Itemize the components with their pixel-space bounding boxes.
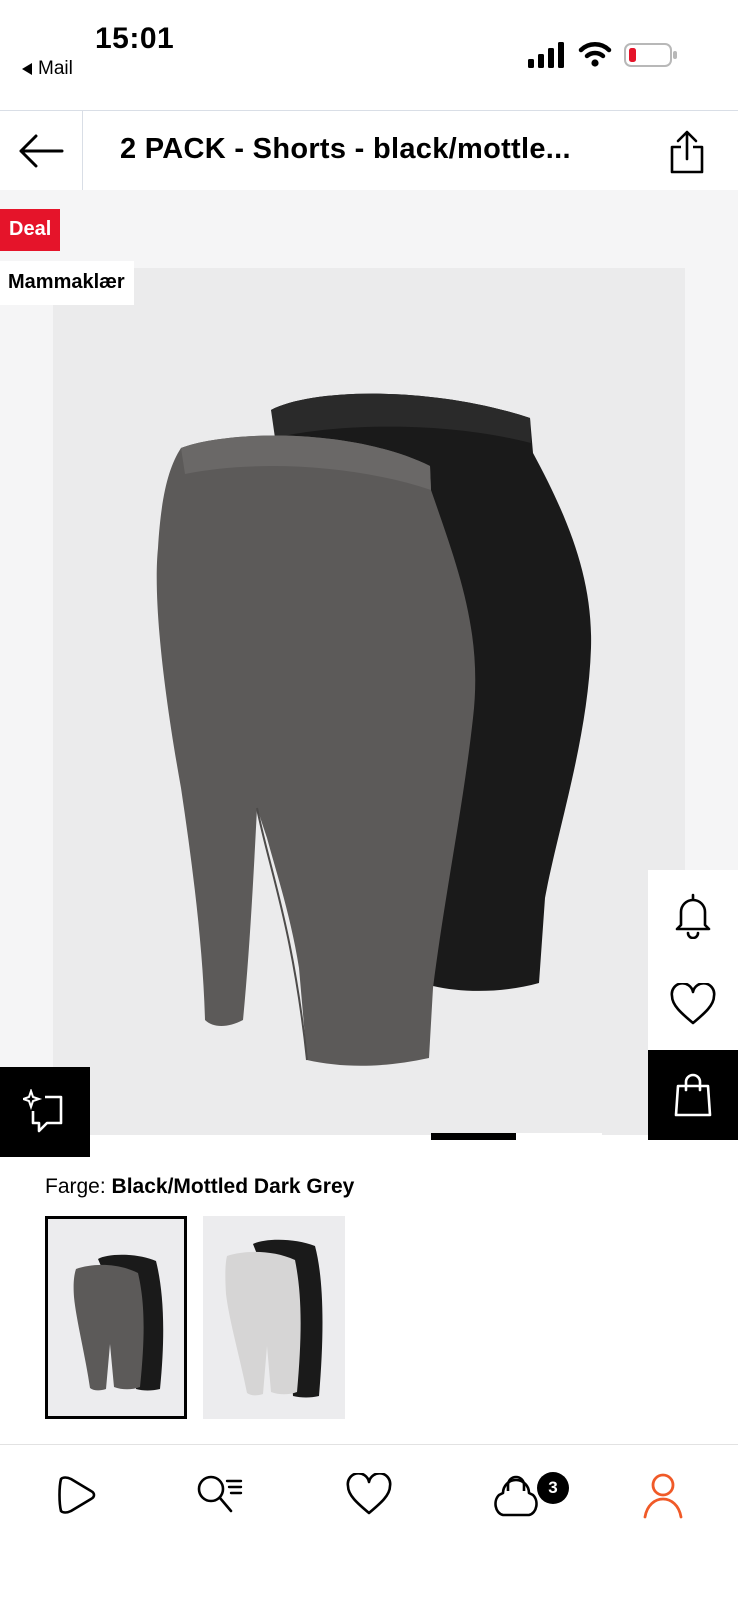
nav-wishlist[interactable]	[324, 1445, 414, 1545]
back-app-label: Mail	[38, 58, 73, 79]
status-time: 15:01	[95, 22, 175, 55]
share-icon	[670, 130, 704, 174]
find-similar-button[interactable]	[0, 1067, 90, 1157]
battery-icon	[624, 43, 677, 67]
nav-home[interactable]	[30, 1445, 120, 1545]
shorts-illustration	[156, 393, 592, 1066]
add-to-bag-button[interactable]	[648, 1050, 738, 1140]
thumb-shorts-grey-black	[73, 1254, 164, 1391]
gallery-page-indicator	[516, 1133, 602, 1140]
color-option-black-light-grey[interactable]	[203, 1216, 345, 1419]
home-icon	[58, 1476, 96, 1514]
notify-button[interactable]	[648, 870, 738, 960]
back-button[interactable]	[0, 111, 83, 191]
color-label: Farge: Black/Mottled Dark Grey	[45, 1175, 354, 1199]
search-icon	[197, 1475, 243, 1513]
page-title: 2 PACK - Shorts - black/mottle...	[120, 133, 571, 165]
product-image[interactable]	[53, 268, 685, 1135]
action-rail	[648, 870, 738, 1050]
cart-icon	[494, 1475, 538, 1517]
product-header: 2 PACK - Shorts - black/mottle...	[0, 110, 738, 192]
account-icon	[643, 1473, 683, 1519]
deal-badge: Deal	[0, 209, 61, 251]
color-option-black-mottled-dark-grey[interactable]	[45, 1216, 187, 1419]
back-triangle-icon	[22, 63, 32, 75]
add-to-wishlist-button[interactable]	[648, 960, 738, 1050]
wifi-icon	[578, 42, 612, 67]
heart-icon	[670, 983, 716, 1025]
signal-icon	[528, 42, 564, 68]
nav-search[interactable]	[175, 1445, 265, 1545]
shopping-bag-icon	[674, 1073, 712, 1117]
cart-count-badge: 3	[537, 1472, 569, 1504]
color-label-prefix: Farge:	[45, 1175, 106, 1198]
nav-account[interactable]	[618, 1445, 708, 1545]
similar-items-icon	[23, 1089, 63, 1133]
gallery-page-indicator-active	[431, 1133, 516, 1140]
brand-badge: Mammaklær	[0, 261, 134, 305]
share-button[interactable]	[662, 127, 712, 177]
wishlist-icon	[346, 1473, 392, 1515]
arrow-left-icon	[19, 134, 64, 168]
selected-color-value: Black/Mottled Dark Grey	[111, 1175, 355, 1198]
back-to-app-link[interactable]: Mail	[22, 58, 73, 80]
bell-icon	[675, 893, 711, 939]
bottom-navigation	[0, 1444, 738, 1601]
thumb-shorts-lightgrey-black	[225, 1239, 323, 1398]
